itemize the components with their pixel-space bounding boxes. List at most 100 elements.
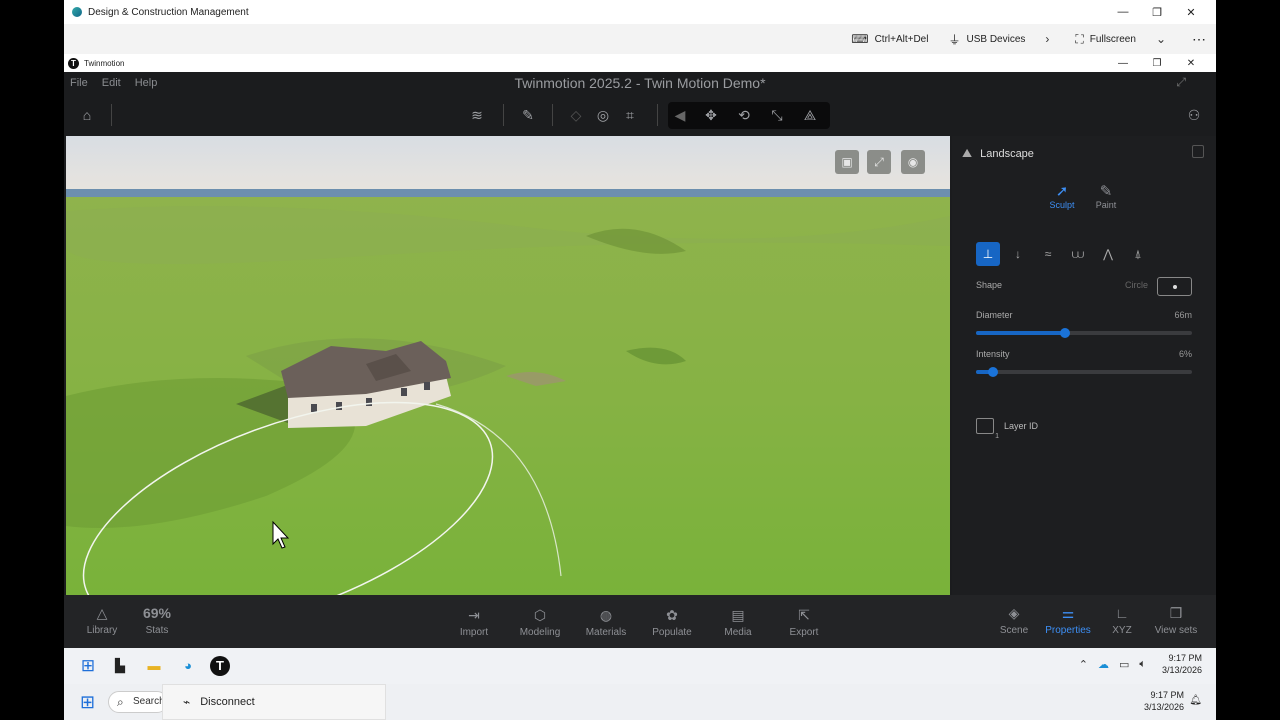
disconnect-menu-item[interactable]: ⌁ Disconnect xyxy=(162,684,386,720)
close-button[interactable]: ✕ xyxy=(1174,6,1208,19)
notification-icon[interactable]: 🔔︎ xyxy=(1189,695,1202,706)
scale-icon[interactable]: ⤡ xyxy=(765,103,789,127)
remote-time: 9:17 PM xyxy=(1168,653,1202,663)
align-to-ground-icon[interactable]: ⟁ xyxy=(798,103,822,127)
screenshot-icon[interactable]: ▣ xyxy=(835,150,859,174)
pinch-tool-icon[interactable]: ⍋ xyxy=(1126,242,1150,266)
sky xyxy=(66,136,950,192)
menu-edit[interactable]: Edit xyxy=(102,77,121,89)
smooth-tool-icon[interactable]: ≈ xyxy=(1036,242,1060,266)
tm-minimize-button[interactable]: — xyxy=(1106,58,1140,69)
twinmotion-taskbar-icon[interactable]: T xyxy=(210,656,230,676)
volume-icon[interactable]: 🔈︎ xyxy=(1139,658,1146,671)
usb-devices-button[interactable]: ⏚ USB Devices xyxy=(948,31,1025,48)
eraser-icon[interactable]: ◇ xyxy=(564,103,588,127)
minimize-button[interactable]: — xyxy=(1106,6,1140,18)
chevron-down-button[interactable]: ⌄ xyxy=(1156,32,1172,46)
stats-button[interactable]: 69% Stats xyxy=(127,605,187,636)
export-label: Export xyxy=(789,627,819,638)
raise-tool-icon[interactable]: ⊥ xyxy=(976,242,1000,266)
intensity-slider-handle[interactable] xyxy=(988,367,999,377)
diameter-slider[interactable] xyxy=(976,328,1192,338)
user-profile-icon[interactable]: ⚇ xyxy=(1182,103,1206,127)
layer-id-row[interactable]: Layer ID xyxy=(976,418,1038,440)
terminal-icon[interactable]: ▙ xyxy=(110,656,130,676)
noise-tool-icon[interactable]: ⋀ xyxy=(1096,242,1120,266)
keyboard-icon: ⌨ xyxy=(851,32,869,46)
file-explorer-icon[interactable]: ▬ xyxy=(144,656,164,676)
xyz-label: XYZ xyxy=(1112,625,1132,636)
xyz-button[interactable]: ∟ XYZ xyxy=(1092,605,1152,636)
modeling-label: Modeling xyxy=(519,627,561,638)
view-sets-button[interactable]: ❒ View sets xyxy=(1146,605,1206,636)
system-tray: ⌃ ☁ ▭ 🔈︎ 9:17 PM 3/13/2026 xyxy=(1079,652,1202,676)
materials-label: Materials xyxy=(585,627,627,638)
lower-tool-icon[interactable]: ↓ xyxy=(1006,242,1030,266)
axis-icon: ∟ xyxy=(1115,605,1129,621)
library-button[interactable]: △ Library xyxy=(72,605,132,636)
remote-clock[interactable]: 9:17 PM 3/13/2026 xyxy=(1162,652,1202,676)
eye-icon[interactable]: ◉ xyxy=(901,150,925,174)
local-windows-start-icon[interactable]: ⊞ xyxy=(80,693,98,711)
paint-mode-button[interactable]: ✎ Paint xyxy=(1086,182,1126,210)
remote-app-logo-icon xyxy=(72,7,82,17)
network-icon[interactable]: ▭ xyxy=(1119,658,1129,671)
remote-date: 3/13/2026 xyxy=(1161,665,1202,675)
diameter-slider-handle[interactable] xyxy=(1059,328,1070,338)
layers-stack-icon[interactable]: ≋ xyxy=(465,103,489,127)
pipette-icon[interactable]: ✎ xyxy=(516,103,540,127)
menu-file[interactable]: File xyxy=(70,77,88,89)
diameter-value: 66m xyxy=(1174,310,1192,320)
taskbar-search[interactable]: Search xyxy=(108,691,168,713)
flatten-tool-icon[interactable]: ⩊ xyxy=(1066,242,1090,266)
usb-icon: ⏚ xyxy=(948,32,961,47)
home-icon[interactable]: ⌂ xyxy=(75,103,99,127)
sculpt-mode-button[interactable]: ➚ Sculpt xyxy=(1042,182,1082,210)
local-clock[interactable]: 9:17 PM 3/13/2026 xyxy=(1144,689,1184,713)
chevron-up-icon[interactable]: ⌃ xyxy=(1079,658,1088,671)
sculpt-tools: ⊥ ↓ ≈ ⩊ ⋀ ⍋ xyxy=(976,242,1156,266)
expand-viewport-icon[interactable]: ⤢ xyxy=(867,150,891,174)
materials-button[interactable]: ◍ Materials xyxy=(576,607,636,638)
shape-label: Shape xyxy=(976,280,1003,290)
scene-label: Scene xyxy=(999,625,1029,636)
sphere-icon: ◍ xyxy=(599,607,613,623)
collapse-panel-icon[interactable] xyxy=(1192,145,1204,158)
import-button[interactable]: ⇥ Import xyxy=(444,607,504,638)
more-button[interactable]: ⋯ xyxy=(1192,31,1206,48)
maximize-viewport-icon[interactable]: ⤢ xyxy=(1176,75,1186,90)
scene-button[interactable]: ◈ Scene xyxy=(984,605,1044,636)
diameter-slider-fill xyxy=(976,331,1065,335)
chevron-right-button[interactable]: › xyxy=(1045,32,1055,46)
usb-devices-label: USB Devices xyxy=(966,33,1026,45)
onedrive-icon[interactable]: ☁ xyxy=(1098,658,1109,671)
export-button[interactable]: ⇱ Export xyxy=(774,607,834,638)
windows-start-icon[interactable]: ⊞ xyxy=(78,656,98,676)
restore-button[interactable]: ❐ xyxy=(1140,6,1174,19)
edge-browser-icon[interactable]: ◕ xyxy=(178,656,198,676)
chevron-down-icon: ⌄ xyxy=(1155,32,1166,46)
ctrl-alt-del-button[interactable]: ⌨ Ctrl+Alt+Del xyxy=(851,32,928,46)
3d-viewport[interactable]: ▣ ⤢ ◉ xyxy=(66,136,950,595)
properties-button[interactable]: ⚌ Properties xyxy=(1038,605,1098,636)
tm-close-button[interactable]: ✕ xyxy=(1174,58,1208,69)
back-arrow-icon[interactable]: ◀ xyxy=(668,103,692,127)
populate-button[interactable]: ✿ Populate xyxy=(642,607,702,638)
intensity-value: 6% xyxy=(1178,349,1192,359)
tm-restore-button[interactable]: ❐ xyxy=(1140,58,1174,69)
toolbar-divider xyxy=(503,104,504,126)
more-icon: ⋯ xyxy=(1192,30,1206,47)
twinmotion-logo-icon: T xyxy=(68,57,79,69)
modeling-button[interactable]: ⬡ Modeling xyxy=(510,607,570,638)
grid-snap-icon[interactable]: ⌗ xyxy=(618,103,642,127)
rotate-icon[interactable]: ⟲ xyxy=(732,103,756,127)
menu-help[interactable]: Help xyxy=(135,77,158,89)
move-icon[interactable]: ✥ xyxy=(699,103,723,127)
fullscreen-button[interactable]: ⛶ Fullscreen xyxy=(1075,32,1136,47)
import-icon: ⇥ xyxy=(468,607,480,623)
twinmotion-window-title: Twinmotion xyxy=(84,58,125,68)
shape-select-button[interactable] xyxy=(1157,277,1192,296)
media-button[interactable]: ▤ Media xyxy=(708,607,768,638)
shapes-icon[interactable]: ◎ xyxy=(591,103,615,127)
intensity-slider[interactable] xyxy=(976,367,1192,377)
